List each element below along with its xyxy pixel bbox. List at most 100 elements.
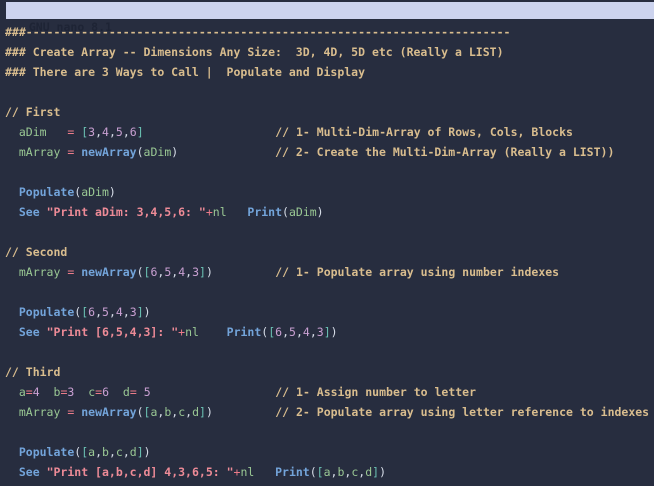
code-segment-plain: ): [206, 265, 213, 279]
code-line: // First: [5, 102, 654, 122]
code-segment-plain: ): [144, 445, 151, 459]
code-segment-plain: [5, 465, 19, 479]
code-line: [5, 222, 654, 242]
code-segment-plain: [40, 325, 47, 339]
code-segment-plain: ,: [109, 125, 116, 139]
code-line: See "Print [a,b,c,d] 4,3,6,5: "+nl Print…: [5, 462, 654, 482]
code-segment-plain: [5, 205, 19, 219]
code-segment-keyword: Print: [247, 205, 282, 219]
code-segment-plain: ,: [123, 125, 130, 139]
code-segment-bracket: ]: [137, 445, 144, 459]
code-segment-plain: ,: [109, 445, 116, 459]
code-segment-ident: a: [324, 465, 331, 479]
code-segment-number: 3: [317, 325, 324, 339]
code-segment-keyword: newArray: [81, 405, 136, 419]
code-segment-number: 3: [192, 265, 199, 279]
code-segment-ident: d: [123, 385, 130, 399]
code-segment-keyword: See: [19, 465, 40, 479]
code-segment-comment: ### Create Array -- Dimensions Any Size:…: [5, 45, 504, 59]
code-segment-plain: ,: [95, 445, 102, 459]
code-segment-ident: nl: [240, 465, 254, 479]
code-segment-number: 5: [144, 385, 151, 399]
code-segment-plain: [109, 385, 123, 399]
code-segment-number: 4: [33, 385, 40, 399]
code-segment-keyword: Print: [275, 465, 310, 479]
code-segment-comment: // 1- Multi-Dim-Array of Rows, Cols, Blo…: [275, 125, 573, 139]
code-segment-plain: ): [144, 305, 151, 319]
code-segment-comment: // Third: [5, 365, 60, 379]
code-segment-plain: [40, 205, 47, 219]
code-segment-keyword: Populate: [19, 445, 74, 459]
code-segment-comment: ###-------------------------------------…: [5, 25, 510, 39]
code-segment-number: 6: [130, 125, 137, 139]
code-segment-plain: ,: [282, 325, 289, 339]
code-segment-plain: ,: [109, 305, 116, 319]
code-segment-plain: [144, 125, 276, 139]
code-segment-number: 5: [102, 305, 109, 319]
code-segment-plain: [5, 145, 19, 159]
code-line: Populate([a,b,c,d]): [5, 442, 654, 462]
code-segment-number: 4: [303, 325, 310, 339]
code-segment-keyword: Populate: [19, 185, 74, 199]
code-segment-plain: [199, 325, 227, 339]
code-segment-ident: aDim: [19, 125, 47, 139]
code-segment-comment: // 1- Assign number to letter: [275, 385, 476, 399]
code-segment-keyword: See: [19, 325, 40, 339]
code-segment-plain: ,: [123, 445, 130, 459]
code-segment-operator: =: [26, 385, 33, 399]
editor-area[interactable]: ###-------------------------------------…: [0, 19, 654, 482]
code-segment-plain: [5, 405, 19, 419]
code-segment-number: 3: [130, 305, 137, 319]
code-segment-plain: [40, 465, 47, 479]
code-segment-plain: ): [379, 465, 386, 479]
code-segment-ident: aDim: [289, 205, 317, 219]
code-segment-plain: [47, 125, 68, 139]
code-segment-plain: [5, 265, 19, 279]
code-segment-comment: // 2- Create the Multi-Dim-Array (Really…: [275, 145, 614, 159]
code-segment-keyword: newArray: [81, 145, 136, 159]
code-segment-keyword: Populate: [19, 305, 74, 319]
code-segment-plain: [5, 445, 19, 459]
code-segment-plain: ): [206, 405, 213, 419]
code-segment-plain: [5, 185, 19, 199]
code-segment-plain: [213, 405, 275, 419]
code-line: See "Print aDim: 3,4,5,6: "+nl Print(aDi…: [5, 202, 654, 222]
code-segment-plain: [40, 385, 54, 399]
code-segment-plain: ,: [95, 125, 102, 139]
code-segment-plain: [254, 465, 275, 479]
code-segment-plain: (: [137, 405, 144, 419]
code-segment-number: 5: [289, 325, 296, 339]
code-line: // Second: [5, 242, 654, 262]
code-segment-string: "Print [a,b,c,d] 4,3,6,5: ": [47, 465, 234, 479]
code-segment-plain: [137, 385, 144, 399]
code-segment-plain: (: [310, 465, 317, 479]
code-segment-bracket: [: [317, 465, 324, 479]
code-line: [5, 82, 654, 102]
code-segment-plain: [178, 145, 275, 159]
code-segment-plain: [74, 385, 88, 399]
code-segment-plain: [5, 385, 19, 399]
code-line: [5, 282, 654, 302]
code-segment-number: 4: [102, 125, 109, 139]
code-segment-operator: +: [206, 205, 213, 219]
code-segment-ident: b: [102, 445, 109, 459]
code-segment-plain: (: [137, 265, 144, 279]
code-line: aDim = [3,4,5,6] // 1- Multi-Dim-Array o…: [5, 122, 654, 142]
code-segment-plain: (: [282, 205, 289, 219]
code-segment-plain: [227, 205, 248, 219]
code-segment-keyword: See: [19, 205, 40, 219]
code-segment-number: 5: [116, 125, 123, 139]
code-segment-plain: ,: [123, 305, 130, 319]
code-line: Populate([6,5,4,3]): [5, 302, 654, 322]
code-segment-plain: [213, 265, 275, 279]
code-segment-plain: ,: [310, 325, 317, 339]
code-segment-string: "Print [6,5,4,3]: ": [47, 325, 179, 339]
code-segment-plain: [5, 325, 19, 339]
code-segment-bracket: ]: [324, 325, 331, 339]
code-segment-plain: [5, 305, 19, 319]
code-segment-operator: =: [130, 385, 137, 399]
code-segment-ident: mArray: [19, 145, 61, 159]
code-line: a=4 b=3 c=6 d= 5 // 1- Assign number to …: [5, 382, 654, 402]
code-segment-ident: nl: [213, 205, 227, 219]
code-line: [5, 162, 654, 182]
